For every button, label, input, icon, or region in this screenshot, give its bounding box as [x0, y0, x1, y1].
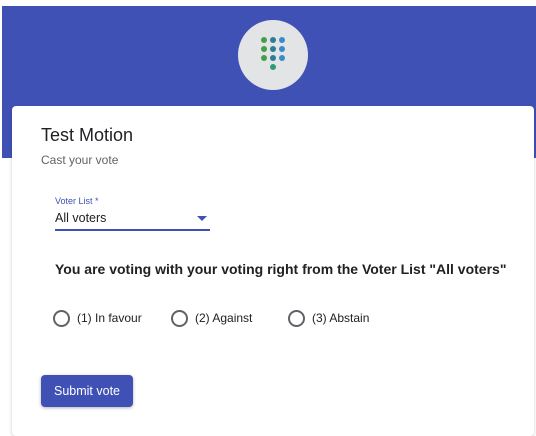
- option-label: (1) In favour: [77, 311, 142, 325]
- submit-vote-button[interactable]: Submit vote: [41, 375, 133, 407]
- voter-list-value: All voters: [55, 211, 107, 225]
- option-label: (2) Against: [195, 311, 253, 325]
- voting-question: You are voting with your voting right fr…: [55, 261, 507, 277]
- motion-subtitle: Cast your vote: [41, 153, 119, 167]
- app-logo: [238, 20, 308, 90]
- radio-button-icon[interactable]: [171, 310, 188, 327]
- radio-button-icon[interactable]: [288, 310, 305, 327]
- radio-button-icon[interactable]: [53, 310, 70, 327]
- option-label: (3) Abstain: [312, 311, 370, 325]
- voter-list-label: Voter List *: [55, 196, 99, 206]
- voter-list-select[interactable]: All voters: [55, 208, 210, 231]
- dot-grid-logo-icon: [261, 37, 285, 70]
- motion-title: Test Motion: [41, 125, 134, 145]
- dropdown-arrow-icon: [197, 216, 207, 221]
- select-underline: [55, 229, 210, 231]
